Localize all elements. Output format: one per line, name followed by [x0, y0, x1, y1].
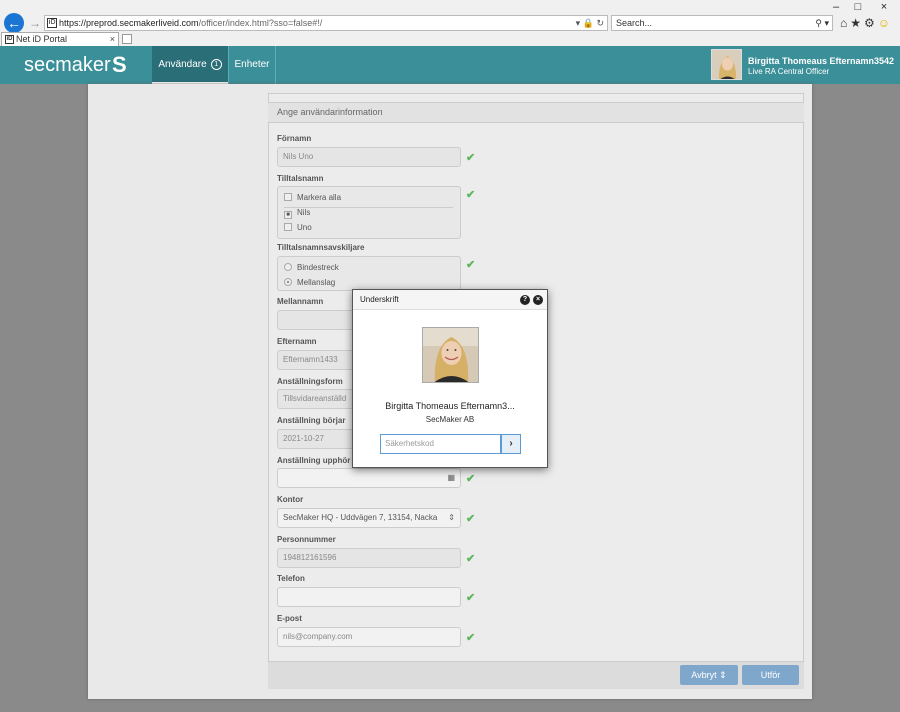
tab-favicon-icon: iD: [5, 35, 14, 44]
radio-label: Mellanslag: [297, 278, 336, 287]
tilltalsnamn-valid-check-icon: ✔: [466, 189, 476, 201]
radio-bindestreck[interactable]: Bindestreck: [284, 263, 339, 272]
browser-search-input[interactable]: Search... ⚲ ▾: [611, 15, 833, 31]
label-telefon: Telefon: [277, 574, 305, 583]
secmaker-logo-mark-icon: S: [112, 52, 127, 77]
tab-units[interactable]: Enheter: [228, 46, 276, 84]
browser-tab-row: iD Net iD Portal ×: [0, 32, 900, 46]
tab-units-label: Enheter: [234, 59, 270, 70]
tab-title: Net iD Portal: [16, 34, 68, 44]
help-icon[interactable]: ?: [520, 295, 530, 305]
address-bar[interactable]: iD https://preprod.secmakerliveid.com/of…: [44, 15, 608, 31]
tab-close-icon[interactable]: ×: [110, 33, 115, 46]
label-fornamn: Förnamn: [277, 134, 312, 143]
checkbox-label: Markera alla: [297, 193, 342, 202]
browser-chrome: – □ × ← → iD https://preprod.secmakerliv…: [0, 0, 900, 46]
site-favicon-icon: iD: [47, 18, 57, 28]
user-avatar[interactable]: [711, 49, 742, 80]
signer-org: SecMaker AB: [425, 415, 475, 424]
avskiljare-valid-check-icon: ✔: [466, 259, 476, 271]
section-title: Ange användarinformation: [268, 102, 804, 123]
label-efternamn: Efternamn: [277, 337, 317, 346]
upphor-valid-check-icon: ✔: [466, 473, 476, 485]
calendar-icon[interactable]: ▦: [447, 469, 455, 487]
epost-valid-check-icon: ✔: [466, 632, 476, 644]
new-tab-button[interactable]: [122, 34, 132, 44]
label-mellannamn: Mellannamn: [277, 297, 324, 306]
signer-name: Birgitta Thomeaus Efternamn3...: [385, 401, 515, 411]
personnummer-valid-check-icon: ✔: [466, 553, 476, 565]
checked-checkbox-icon[interactable]: ■: [284, 211, 292, 219]
lock-icon[interactable]: 🔒: [583, 18, 594, 28]
personnummer-input[interactable]: 194812161596: [277, 548, 461, 568]
tab-users-badge: 1: [210, 59, 222, 70]
signature-dialog: Underskrift ? × Birgitta Thomeaus Eftern…: [352, 289, 548, 468]
checkbox-uno[interactable]: Uno: [284, 223, 312, 232]
checkbox-label: Nils: [297, 208, 311, 217]
kontor-value: SecMaker HQ - Uddvägen 7, 13154, Nacka: [283, 513, 438, 522]
radio-label: Bindestreck: [297, 263, 339, 272]
dropdown-arrow-icon[interactable]: ▾: [576, 18, 581, 28]
label-anstallningsform: Anställningsform: [277, 377, 343, 386]
favorites-star-icon[interactable]: ★: [850, 16, 864, 30]
label-avskiljare: Tilltalsnamnsavskiljare: [277, 243, 365, 252]
fornamn-valid-check-icon: ✔: [466, 152, 476, 164]
dialog-title: Underskrift: [360, 295, 399, 304]
label-kontor: Kontor: [277, 495, 304, 504]
search-placeholder: Search...: [616, 18, 653, 28]
updown-icon: ⇕: [719, 670, 727, 680]
signer-photo: [422, 327, 479, 383]
refresh-icon[interactable]: ↻: [596, 18, 604, 28]
checkbox-select-all[interactable]: Markera alla: [284, 193, 341, 202]
fornamn-input[interactable]: Nils Uno: [277, 147, 461, 167]
radio-icon[interactable]: [284, 263, 292, 271]
browser-tool-icons: ⌂★⚙☺: [840, 14, 898, 32]
kontor-select[interactable]: SecMaker HQ - Uddvägen 7, 13154, Nacka ⇕: [277, 508, 461, 528]
checkbox-nils[interactable]: ■ Nils: [284, 208, 310, 219]
back-arrow-icon[interactable]: ←: [4, 13, 24, 33]
checkbox-icon[interactable]: [284, 193, 292, 201]
select-arrows-icon[interactable]: ⇕: [448, 509, 455, 527]
checkbox-label: Uno: [297, 223, 312, 232]
tab-users-label: Användare: [158, 59, 207, 70]
url-path: /officer/index.html?sso=false#!/: [198, 18, 323, 28]
forward-arrow-icon[interactable]: →: [28, 15, 42, 31]
label-personnummer: Personnummer: [277, 535, 336, 544]
tab-users[interactable]: Användare 1: [152, 46, 228, 84]
telefon-valid-check-icon: ✔: [466, 592, 476, 604]
gear-icon[interactable]: ⚙: [864, 16, 878, 30]
checkbox-icon[interactable]: [284, 223, 292, 231]
submit-code-button[interactable]: ›: [501, 434, 521, 454]
kontor-valid-check-icon: ✔: [466, 513, 476, 525]
app-header: secmaker S Användare 1 Enheter Birgitta T…: [0, 46, 900, 84]
epost-input[interactable]: nils@company.com: [277, 627, 461, 647]
user-role: Live RA Central Officer: [748, 67, 830, 76]
browser-nav-row: ← → iD https://preprod.secmakerliveid.co…: [0, 12, 900, 34]
search-icon[interactable]: ⚲ ▾: [815, 16, 829, 30]
url-host: https://preprod.secmakerliveid.com: [59, 18, 199, 28]
label-tilltalsnamn: Tilltalsnamn: [277, 174, 324, 183]
dialog-header: Underskrift: [353, 290, 547, 310]
label-anstallning-upphor: Anställning upphör: [277, 456, 351, 465]
label-epost: E-post: [277, 614, 302, 623]
label-anstallning-borjar: Anställning börjar: [277, 416, 346, 425]
submit-button[interactable]: Utför: [742, 665, 799, 685]
browser-tab[interactable]: iD Net iD Portal ×: [1, 32, 119, 46]
close-icon[interactable]: ×: [533, 295, 543, 305]
anstallning-upphor-input[interactable]: ▦: [277, 468, 461, 488]
telefon-input[interactable]: [277, 587, 461, 607]
radio-selected-icon[interactable]: [284, 278, 292, 286]
secmaker-logo[interactable]: secmaker: [24, 53, 111, 77]
user-name: Birgitta Thomeaus Efternamn3542: [748, 56, 895, 66]
smiley-icon[interactable]: ☺: [878, 16, 893, 30]
home-icon[interactable]: ⌂: [840, 16, 850, 30]
radio-mellanslag[interactable]: Mellanslag: [284, 278, 335, 287]
address-tools[interactable]: ▾ 🔒 ↻: [576, 16, 604, 30]
security-code-input[interactable]: Säkerhetskod: [380, 434, 501, 454]
cancel-button[interactable]: Avbryt ⇕: [680, 665, 738, 685]
cancel-label: Avbryt: [691, 670, 717, 680]
